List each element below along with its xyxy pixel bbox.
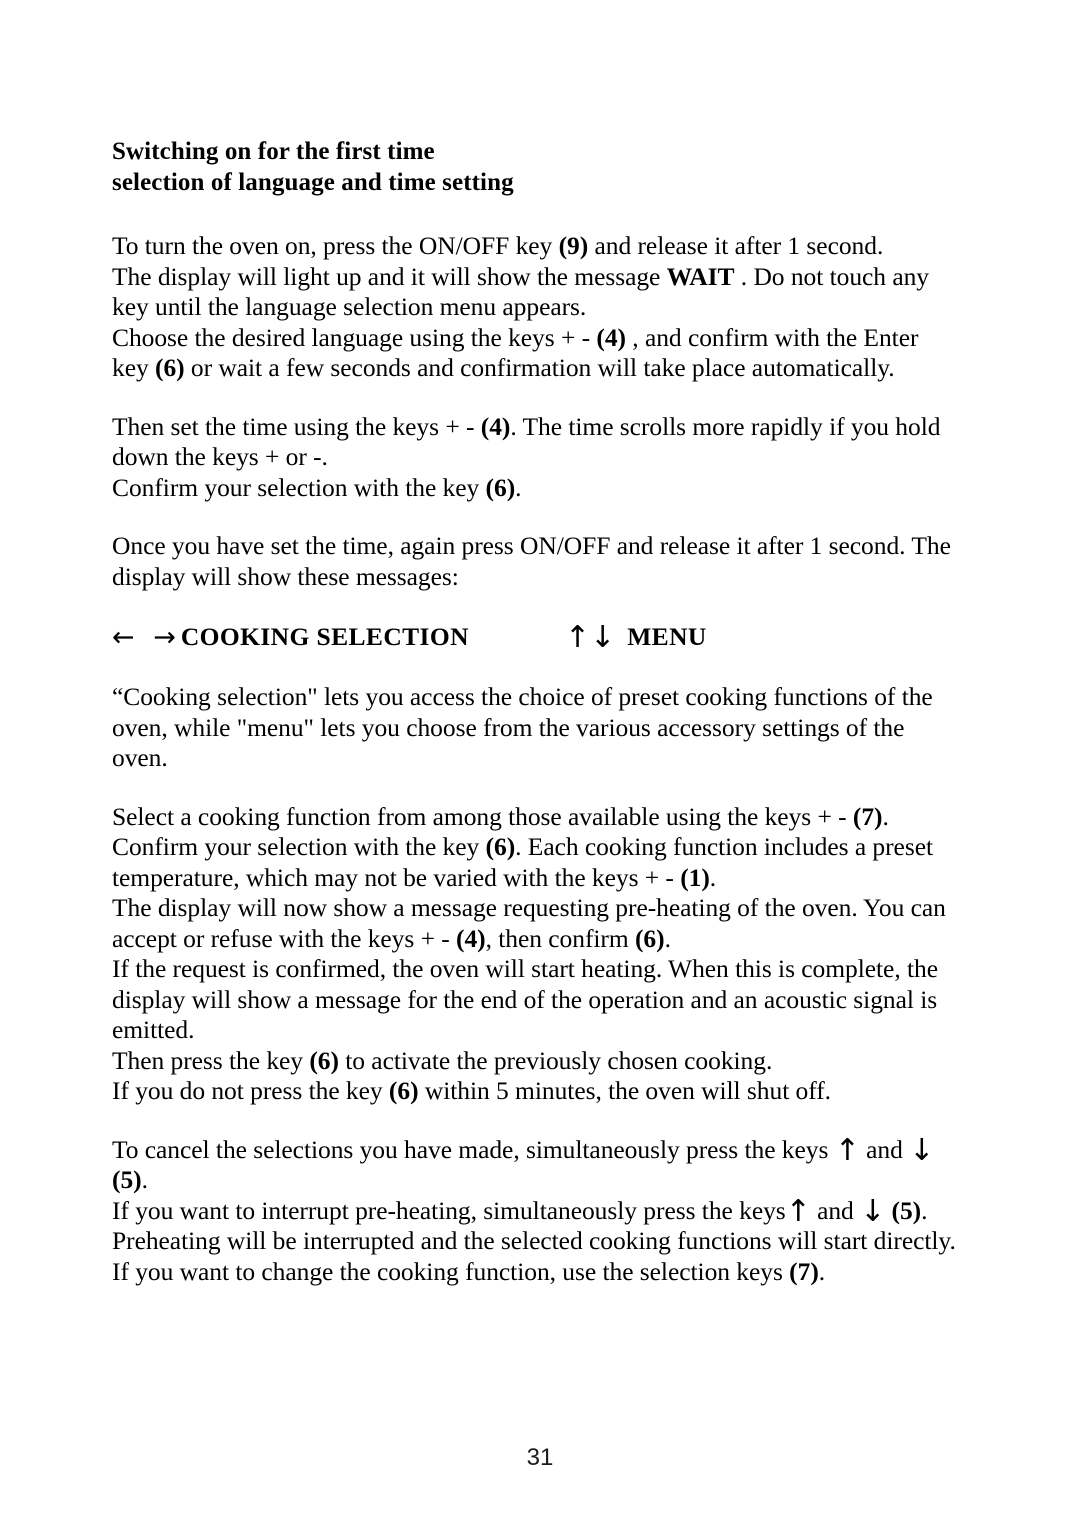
page-title-line-2: selection of language and time setting xyxy=(112,169,514,196)
key-ref-4: (4) xyxy=(456,923,486,953)
text-line: oven. xyxy=(112,743,168,772)
text-line: Confirm your selection with the key (6). xyxy=(112,472,522,502)
text-line: Preheating will be interrupted and the s… xyxy=(112,1226,956,1255)
arrow-down-icon: ↓ xyxy=(909,1132,935,1168)
page-content: Switching on for the first time selectio… xyxy=(112,136,972,1287)
arrow-down-icon: ↓ xyxy=(860,1193,886,1229)
arrow-up-down-icon: ↑↓ xyxy=(564,620,616,655)
text-line: key (6) or wait a few seconds and confir… xyxy=(112,353,895,382)
text-line: If you do not press the key (6) within 5… xyxy=(112,1076,832,1105)
page-title-line-1: Switching on for the first time xyxy=(112,138,435,165)
arrow-up-icon: ↑ xyxy=(834,1132,860,1168)
text-line: The display will now show a message requ… xyxy=(112,893,946,922)
display-word-wait: WAIT xyxy=(666,261,735,291)
paragraph-once-set: Once you have set the time, again press … xyxy=(112,531,972,592)
label-cooking-selection: COOKING SELECTION xyxy=(180,622,469,651)
text-line: display will show these messages: xyxy=(112,561,459,591)
text-line: If you want to interrupt pre-heating, si… xyxy=(112,1193,928,1229)
text-line: emitted. xyxy=(112,1015,195,1044)
key-ref-9: (9) xyxy=(558,231,589,260)
text-line: Once you have set the time, again press … xyxy=(112,531,951,560)
key-ref-6: (6) xyxy=(309,1045,339,1075)
arrow-up-icon: ↑ xyxy=(785,1193,811,1229)
text-line: key until the language selection menu ap… xyxy=(112,292,587,321)
text-line: Then set the time using the keys + - (4)… xyxy=(112,411,941,441)
paragraph-select-function: Select a cooking function from among tho… xyxy=(112,802,972,1107)
key-ref-7: (7) xyxy=(852,801,883,831)
key-ref-5: (5) xyxy=(891,1195,922,1225)
text-line: down the keys + or -. xyxy=(112,442,328,471)
paragraph-cancel-interrupt: To cancel the selections you have made, … xyxy=(112,1135,972,1288)
text-line: If the request is confirmed, the oven wi… xyxy=(112,954,938,983)
key-ref-6: (6) xyxy=(634,923,665,953)
key-ref-5: (5) xyxy=(112,1165,142,1194)
text-line: Choose the desired language using the ke… xyxy=(112,322,919,352)
text-line: Then press the key (6) to activate the p… xyxy=(112,1045,773,1075)
key-ref-6: (6) xyxy=(388,1076,419,1105)
key-ref-6: (6) xyxy=(155,353,185,382)
label-menu: MENU xyxy=(627,622,707,651)
key-ref-4: (4) xyxy=(596,322,626,352)
text-line: Confirm your selection with the key (6).… xyxy=(112,832,933,861)
key-ref-6: (6) xyxy=(485,832,516,861)
text-line: If you want to change the cooking functi… xyxy=(112,1256,826,1286)
arrow-left-right-icon: ← → xyxy=(112,622,181,653)
page-title: Switching on for the first time selectio… xyxy=(112,136,972,198)
key-ref-6: (6) xyxy=(485,472,516,502)
text-line: To turn the oven on, press the ON/OFF ke… xyxy=(112,231,884,260)
page-number: 31 xyxy=(526,1444,554,1471)
text-line: Select a cooking function from among tho… xyxy=(112,801,889,831)
paragraph-cooking-vs-menu: “Cooking selection" lets you access the … xyxy=(112,682,972,774)
text-line: (5). xyxy=(112,1165,148,1194)
text-line: To cancel the selections you have made, … xyxy=(112,1132,935,1168)
key-ref-7: (7) xyxy=(789,1256,819,1286)
paragraph-set-time: Then set the time using the keys + - (4)… xyxy=(112,412,972,504)
text-line: temperature, which may not be varied wit… xyxy=(112,862,717,892)
text-line: The display will light up and it will sh… xyxy=(112,261,929,291)
key-ref-4: (4) xyxy=(480,411,511,441)
display-messages-row: ← → COOKING SELECTION ↑↓ MENU xyxy=(112,620,972,654)
paragraph-turn-on: To turn the oven on, press the ON/OFF ke… xyxy=(112,231,972,384)
key-ref-1: (1) xyxy=(680,862,710,892)
document-page: Switching on for the first time selectio… xyxy=(0,0,1080,1532)
text-line: oven, while "menu" lets you choose from … xyxy=(112,712,905,742)
text-line: “Cooking selection" lets you access the … xyxy=(112,682,933,711)
text-line: display will show a message for the end … xyxy=(112,984,938,1014)
text-line: accept or refuse with the keys + - (4), … xyxy=(112,923,671,953)
